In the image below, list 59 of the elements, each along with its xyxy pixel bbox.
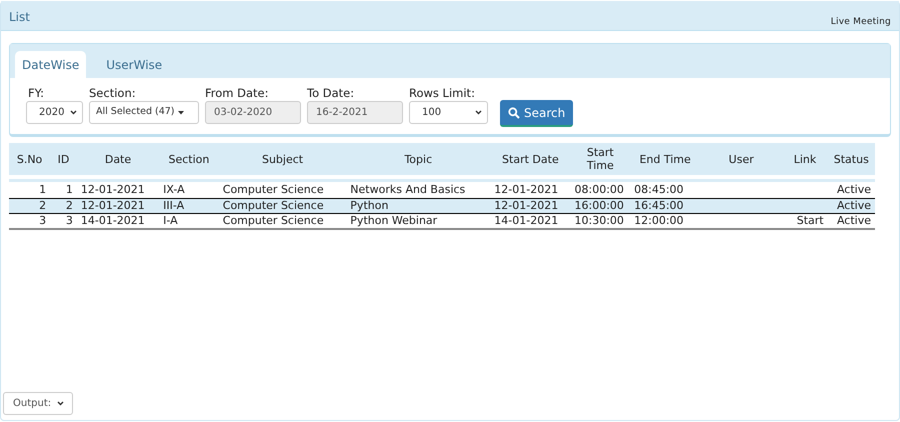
column-header: Start Date <box>502 152 559 166</box>
table-cell: 14-01-2021 <box>80 214 145 226</box>
field-label: Rows Limit: <box>409 86 476 100</box>
column-header: ID <box>58 152 70 166</box>
search-button[interactable]: Search <box>500 100 574 127</box>
date-field[interactable]: 03-02-2020 <box>205 101 301 124</box>
column-header: Section <box>168 152 210 166</box>
tab[interactable]: UserWise <box>92 51 176 78</box>
field-label: Section: <box>89 86 137 100</box>
table-cell: Active <box>836 198 871 212</box>
table-cell: Active <box>836 183 871 196</box>
column-header: Topic <box>404 152 432 166</box>
table-cell: 12-01-2021 <box>80 183 145 196</box>
column-header: End Time <box>639 152 691 166</box>
table-cell: Computer Science <box>222 214 324 226</box>
field-label: From Date: <box>205 86 270 100</box>
table-cell: 12-01-2021 <box>80 198 145 212</box>
table-cell: I-A <box>163 214 178 226</box>
output-select[interactable]: Output: <box>3 392 73 415</box>
table-cell: Python <box>350 198 388 212</box>
field-label: To Date: <box>307 86 356 100</box>
table-cell: 14-01-2021 <box>494 214 558 226</box>
section-dropdown[interactable]: All Selected (47) <box>89 101 199 124</box>
tab[interactable]: DateWise <box>15 51 86 78</box>
column-header: Subject <box>262 152 304 166</box>
column-header: S.No <box>16 152 42 166</box>
select-field[interactable]: 2020 <box>26 101 83 124</box>
table-cell: 16:00:00 <box>574 198 624 212</box>
field-label: FY: <box>27 86 45 100</box>
table-cell: 12-01-2021 <box>494 183 558 196</box>
start-link[interactable]: Start <box>796 214 824 226</box>
column-header: Status <box>834 152 869 166</box>
table-cell: 12:00:00 <box>634 214 684 226</box>
table-cell: Python Webinar <box>350 214 438 226</box>
select-field[interactable]: 100 <box>409 101 488 124</box>
table-cell: 16:45:00 <box>634 198 684 212</box>
table-cell: 3 <box>66 214 73 226</box>
table-cell: 1 <box>66 183 73 196</box>
table-cell: Networks And Basics <box>350 183 466 196</box>
table-cell: Computer Science <box>222 183 324 196</box>
live-meeting-link[interactable]: Live Meeting <box>830 16 891 30</box>
column-header: Link <box>794 152 816 166</box>
table-cell: 08:00:00 <box>574 183 624 196</box>
table-cell: 3 <box>39 214 46 226</box>
column-header: Date <box>104 152 132 166</box>
table-cell: 12-01-2021 <box>494 198 558 212</box>
table-cell: Active <box>836 214 871 226</box>
date-field[interactable]: 16-2-2021 <box>307 101 403 124</box>
table-cell: 08:45:00 <box>634 183 684 196</box>
table-cell: 2 <box>39 198 46 212</box>
column-header: User <box>728 152 754 166</box>
table-cell: 10:30:00 <box>574 214 624 226</box>
table-cell: 1 <box>39 183 46 196</box>
table-cell: III-A <box>163 198 184 212</box>
column-header: Start Time <box>586 146 615 172</box>
page-title: List <box>9 9 30 26</box>
table-cell: 2 <box>66 198 73 212</box>
table-cell: Computer Science <box>222 198 324 212</box>
table-cell: IX-A <box>163 183 185 196</box>
